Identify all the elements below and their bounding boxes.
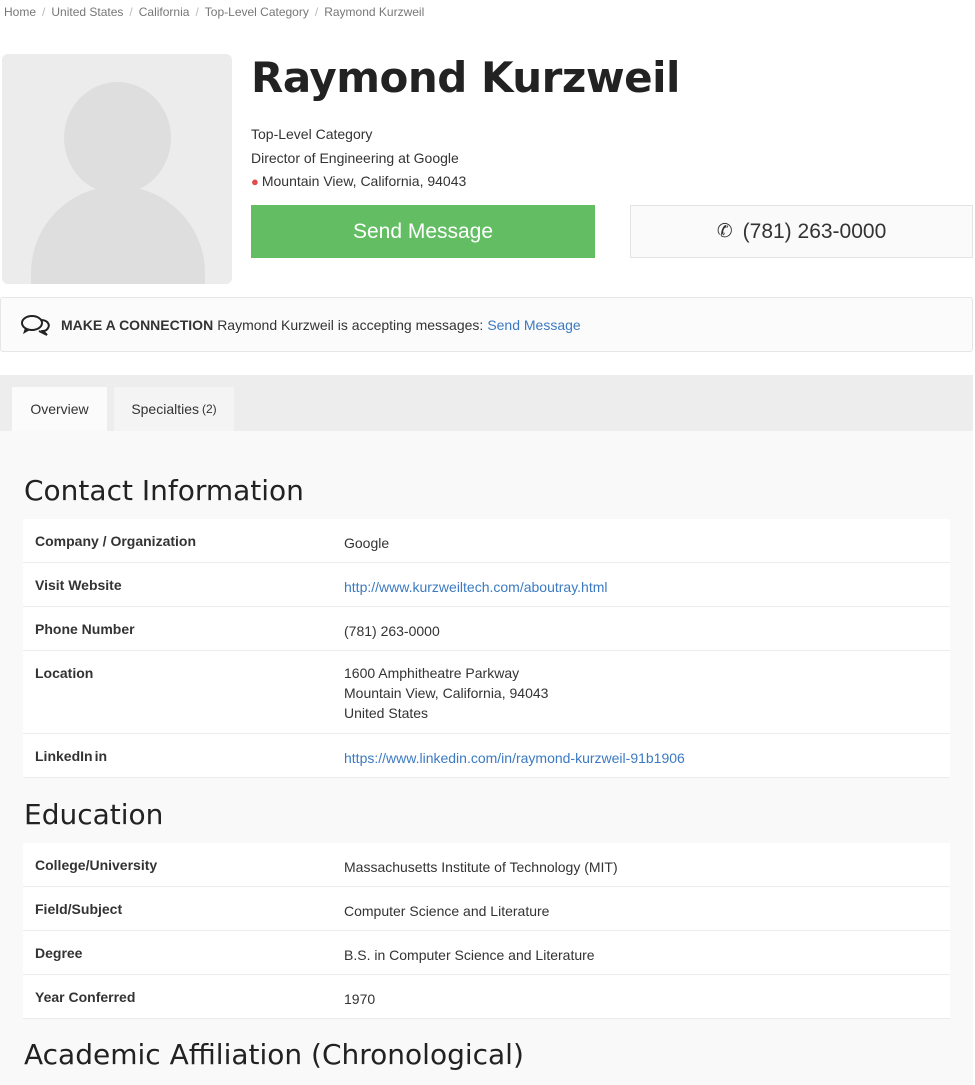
address-line: United States [344, 705, 429, 721]
table-row: College/University Massachusetts Institu… [23, 843, 950, 887]
tab-specialties-count: (2) [202, 402, 217, 416]
avatar [2, 54, 232, 284]
table-row: Field/Subject Computer Science and Liter… [23, 887, 950, 931]
profile-category: Top-Level Category [251, 126, 373, 142]
breadcrumb-state[interactable]: California [139, 5, 190, 19]
avatar-body-silhouette [31, 186, 205, 284]
academic-affiliation-heading: Academic Affiliation (Chronological) [24, 1038, 524, 1071]
table-row: Company / Organization Google [23, 519, 950, 563]
row-label: Location [35, 665, 94, 681]
tab-specialties-label: Specialties [131, 401, 200, 417]
phone-button[interactable]: ✆ (781) 263-0000 [630, 205, 973, 258]
contact-information-table: Company / Organization Google Visit Webs… [23, 519, 950, 778]
linkedin-icon: in [94, 748, 108, 764]
connection-title: MAKE A CONNECTION [61, 316, 214, 333]
breadcrumb-separator: / [195, 5, 199, 19]
phone-button-number: (781) 263-0000 [742, 219, 887, 243]
company-value: Google [344, 535, 390, 551]
breadcrumb-separator: / [42, 5, 46, 19]
row-label: LinkedIn in [35, 748, 344, 777]
send-message-button[interactable]: Send Message [251, 205, 595, 258]
profile-job-title: Director of Engineering at Google [251, 150, 459, 166]
connection-send-message-link[interactable]: Send Message [487, 317, 580, 333]
table-row: LinkedIn in https://www.linkedin.com/in/r… [23, 734, 950, 778]
breadcrumb-country[interactable]: United States [51, 5, 123, 19]
education-table: College/University Massachusetts Institu… [23, 843, 950, 1019]
breadcrumb-separator: / [314, 5, 319, 19]
tab-overview-label: Overview [30, 401, 89, 417]
row-label: Field/Subject [35, 901, 123, 917]
breadcrumb-home[interactable]: Home [4, 5, 36, 19]
field-value: Computer Science and Literature [344, 903, 550, 919]
profile-name: Raymond Kurzweil [251, 53, 680, 102]
address-value: 1600 Amphitheatre Parkway Mountain View,… [344, 663, 548, 733]
phone-value: (781) 263-0000 [344, 623, 440, 639]
table-row: Phone Number (781) 263-0000 [23, 607, 950, 651]
tab-overview[interactable]: Overview [12, 387, 107, 431]
connection-text: Raymond Kurzweil is accepting messages: [217, 316, 484, 333]
degree-value: B.S. in Computer Science and Literature [344, 947, 595, 963]
map-pin-icon: ● [251, 174, 259, 189]
contact-information-heading: Contact Information [24, 474, 304, 507]
tab-specialties[interactable]: Specialties (2) [114, 387, 234, 431]
profile-location: ● Mountain View, California, 94043 [251, 173, 466, 189]
connection-bar: MAKE A CONNECTION Raymond Kurzweil is ac… [0, 297, 973, 352]
table-row: Location 1600 Amphitheatre Parkway Mount… [23, 651, 950, 734]
table-row: Year Conferred 1970 [23, 975, 950, 1019]
row-label: Visit Website [35, 577, 122, 593]
website-link[interactable]: http://www.kurzweiltech.com/aboutray.htm… [344, 579, 608, 595]
phone-icon: ✆ [716, 221, 733, 242]
college-value: Massachusetts Institute of Technology (M… [344, 859, 618, 875]
row-label: Phone Number [35, 621, 135, 637]
profile-location-text: Mountain View, California, 94043 [261, 173, 467, 189]
address-line: Mountain View, California, 94043 [344, 685, 549, 701]
breadcrumb-category[interactable]: Top-Level Category [205, 5, 309, 19]
linkedin-link[interactable]: https://www.linkedin.com/in/raymond-kurz… [344, 750, 685, 766]
breadcrumb-separator: / [129, 5, 133, 19]
address-line: 1600 Amphitheatre Parkway [344, 665, 520, 681]
linkedin-label: LinkedIn [35, 748, 93, 764]
row-label: Year Conferred [35, 989, 136, 1005]
avatar-head-silhouette [64, 82, 171, 194]
table-row: Visit Website http://www.kurzweiltech.co… [23, 563, 950, 607]
breadcrumb: Home / United States / California / Top-Level … [4, 5, 424, 19]
year-value: 1970 [344, 991, 376, 1007]
chat-bubbles-icon [21, 314, 51, 336]
row-label: Company / Organization [35, 533, 197, 549]
table-row: Degree B.S. in Computer Science and Lite… [23, 931, 950, 975]
row-label: Degree [35, 945, 83, 961]
profile-tabs: Overview Specialties (2) [0, 375, 973, 431]
education-heading: Education [24, 798, 164, 831]
breadcrumb-current: Raymond Kurzweil [324, 5, 425, 19]
row-label: College/University [35, 857, 158, 873]
